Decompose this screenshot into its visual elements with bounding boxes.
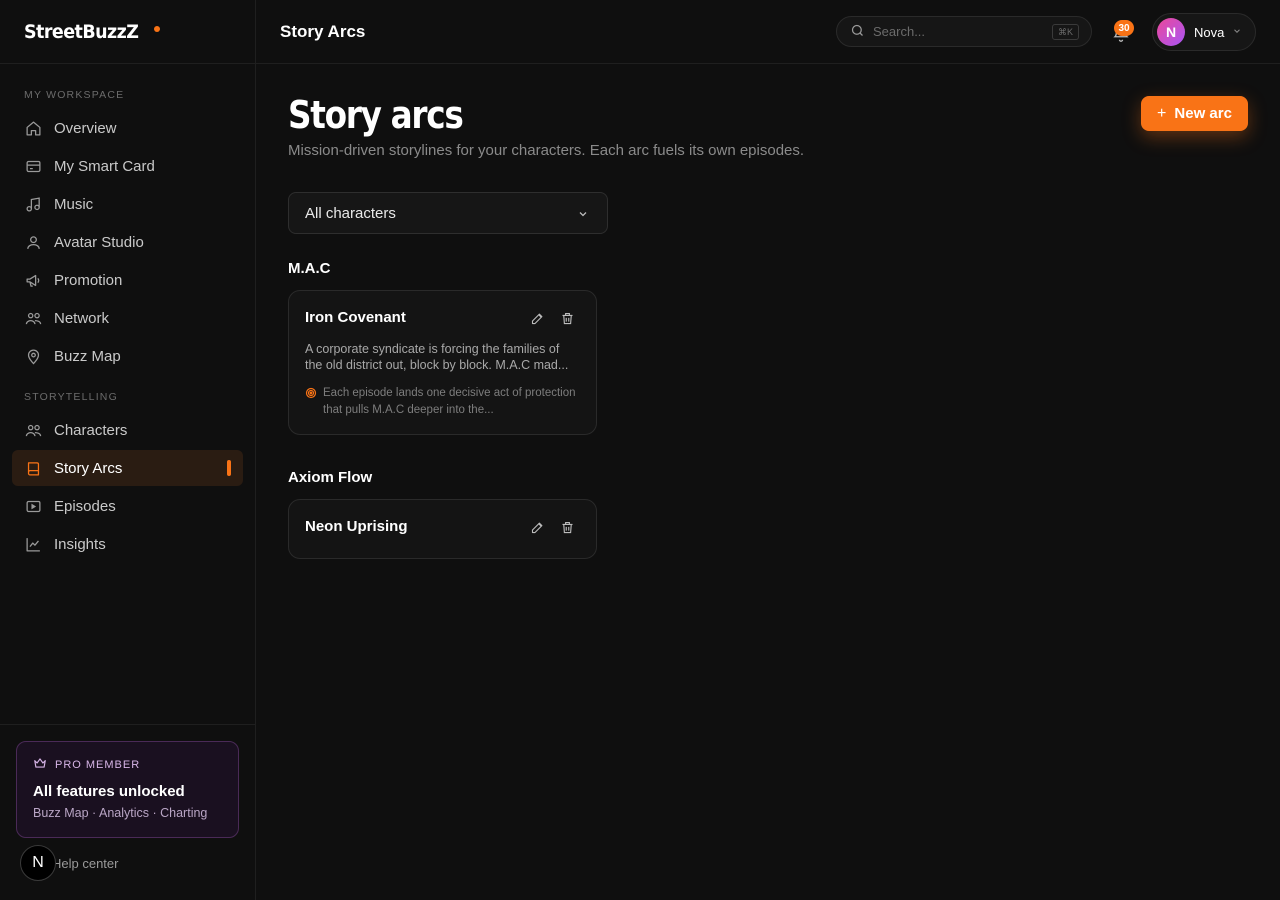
sidebar-item-episodes[interactable]: Episodes <box>12 488 243 524</box>
sidebar-item-promotion[interactable]: Promotion <box>12 262 243 298</box>
logo-dot <box>154 25 161 32</box>
megaphone-icon <box>24 271 42 289</box>
pro-badge: PRO MEMBER <box>55 758 141 771</box>
arc-goal-text: Each episode lands one decisive act of p… <box>323 387 576 416</box>
sidebar-item-label: Buzz Map <box>54 347 121 365</box>
sidebar-item-avatar-studio[interactable]: Avatar Studio <box>12 224 243 260</box>
arc-card[interactable]: Neon Uprising <box>288 499 597 559</box>
sidebar-item-label: Overview <box>54 119 117 137</box>
sidebar-item-music[interactable]: Music <box>12 186 243 222</box>
edit-icon[interactable] <box>530 520 546 536</box>
page-header-title: Story Arcs <box>280 21 366 41</box>
workspace-nav: Overview My Smart Card Music Avatar Stud… <box>0 110 255 374</box>
chevron-down-icon <box>1232 23 1242 41</box>
target-icon <box>305 387 317 419</box>
search-placeholder: Search... <box>873 24 926 39</box>
home-icon <box>24 119 42 137</box>
book-icon <box>24 459 42 477</box>
users-icon <box>24 309 42 327</box>
sidebar-item-label: My Smart Card <box>54 157 155 175</box>
chart-icon <box>24 535 42 553</box>
user-icon <box>24 233 42 251</box>
sidebar-item-label: Avatar Studio <box>54 233 144 251</box>
user-menu[interactable]: N Nova <box>1152 13 1256 51</box>
page-title: Story arcs <box>288 93 464 137</box>
sidebar-item-story-arcs[interactable]: Story Arcs <box>12 450 243 486</box>
sidebar-item-overview[interactable]: Overview <box>12 110 243 146</box>
sidebar-item-buzz-map[interactable]: Buzz Map <box>12 338 243 374</box>
group-title: Axiom Flow <box>288 469 373 486</box>
sidebar-item-characters[interactable]: Characters <box>12 412 243 448</box>
notification-count-badge: 30 <box>1114 20 1134 36</box>
sidebar-item-label: Music <box>54 195 94 213</box>
pro-member-card[interactable]: PRO MEMBER All features unlocked Buzz Ma… <box>16 741 239 838</box>
logo[interactable]: StreetBuzzZ <box>24 21 139 43</box>
arc-description: A corporate syndicate is forcing the fam… <box>305 342 569 372</box>
edit-icon[interactable] <box>530 311 546 327</box>
topbar: Story Arcs Search... ⌘K 30 N Nova <box>256 0 1280 64</box>
page-subtitle: Mission-driven storylines for your chara… <box>288 142 805 159</box>
sidebar-item-label: Network <box>54 309 110 327</box>
group-title: M.A.C <box>288 260 331 277</box>
user-name: Nova <box>1194 24 1225 40</box>
plus-icon: + <box>1157 104 1167 122</box>
map-pin-icon <box>24 347 42 365</box>
new-arc-button[interactable]: + New arc <box>1141 96 1248 131</box>
users-icon <box>24 421 42 439</box>
sidebar-item-label: Episodes <box>54 497 116 515</box>
logo-bar: StreetBuzzZ <box>0 0 255 64</box>
help-avatar[interactable]: N <box>20 845 56 881</box>
chevron-down-icon <box>577 207 589 224</box>
storytelling-section-title: STORYTELLING <box>24 391 118 403</box>
search-icon <box>850 23 865 41</box>
character-filter-select[interactable]: All characters <box>288 192 608 234</box>
sidebar-item-label: Insights <box>54 535 106 553</box>
video-icon <box>24 497 42 515</box>
sidebar-footer: PRO MEMBER All features unlocked Buzz Ma… <box>0 724 255 900</box>
sidebar-item-network[interactable]: Network <box>12 300 243 336</box>
workspace-section-title: MY WORKSPACE <box>24 89 125 101</box>
trash-icon[interactable] <box>560 520 576 536</box>
help-center-link[interactable]: N Help center <box>20 845 118 881</box>
sidebar-item-my-smart-card[interactable]: My Smart Card <box>12 148 243 184</box>
active-indicator <box>227 460 231 476</box>
card-icon <box>24 157 42 175</box>
search-shortcut: ⌘K <box>1051 24 1079 40</box>
sidebar-item-label: Story Arcs <box>54 459 123 477</box>
arc-goal: Each episode lands one decisive act of p… <box>305 385 580 419</box>
sidebar-item-label: Characters <box>54 421 128 439</box>
music-icon <box>24 195 42 213</box>
search-input[interactable]: Search... ⌘K <box>836 16 1092 47</box>
pro-title: All features unlocked <box>33 783 185 800</box>
crown-icon <box>33 756 55 773</box>
storytelling-nav: Characters Story Arcs Episodes Insights <box>0 412 255 562</box>
trash-icon[interactable] <box>560 311 576 327</box>
avatar: N <box>1157 18 1185 46</box>
arc-card[interactable]: Iron Covenant A corporate syndicate is f… <box>288 290 597 435</box>
pro-features: Buzz Map · Analytics · Charting <box>33 806 208 820</box>
new-arc-label: New arc <box>1174 105 1232 122</box>
character-filter-value: All characters <box>305 204 396 222</box>
help-center-label: Help center <box>52 855 119 871</box>
sidebar-item-label: Promotion <box>54 271 123 289</box>
sidebar: StreetBuzzZ MY WORKSPACE Overview My Sma… <box>0 0 256 900</box>
sidebar-item-insights[interactable]: Insights <box>12 526 243 562</box>
